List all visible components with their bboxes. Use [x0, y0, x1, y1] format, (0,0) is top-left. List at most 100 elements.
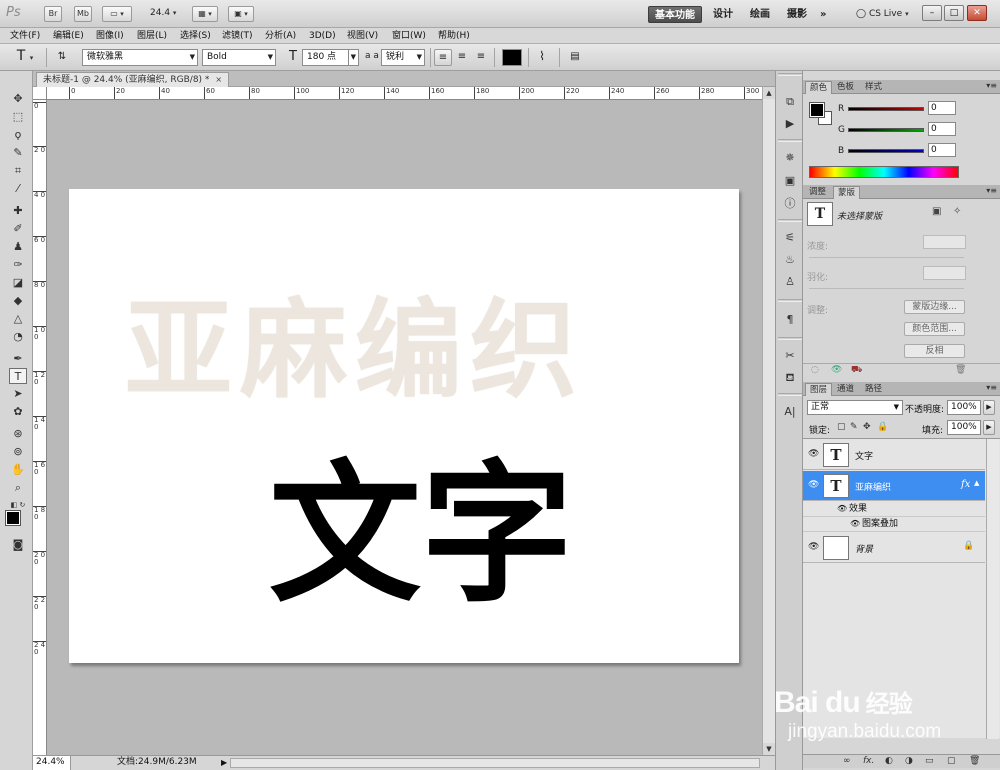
new-group-icon[interactable]: ▭	[925, 756, 934, 766]
tab-paths[interactable]: 路径	[861, 383, 886, 396]
brush-presets-icon[interactable]: ⚟	[781, 229, 799, 246]
green-slider[interactable]	[848, 128, 924, 132]
canvas-horizontal-scrollbar[interactable]	[230, 758, 760, 768]
history-panel-icon[interactable]: ⧉	[781, 93, 799, 110]
type-tool-preset-icon[interactable]: T ▾	[10, 49, 40, 66]
color-spectrum-bar[interactable]	[809, 166, 959, 178]
layer-row-background[interactable]: 👁 背景 🔒	[803, 533, 985, 563]
document-canvas[interactable]: 亚麻编织 文字	[69, 189, 739, 663]
blue-slider[interactable]	[848, 149, 924, 153]
add-mask-icon[interactable]: ◐	[885, 756, 893, 766]
horizontal-ruler[interactable]: 0 20 40 60 80 100 120 140 160 180 200 22…	[47, 87, 762, 100]
document-tab[interactable]: 未标题-1 @ 24.4% (亚麻编织, RGB/8) * ×	[36, 72, 230, 87]
shape-tool-icon[interactable]: ✿	[9, 404, 27, 420]
menu-file[interactable]: 文件(F)	[10, 29, 40, 43]
tab-swatches[interactable]: 色板	[833, 81, 858, 94]
clone-source-icon[interactable]: ♨	[781, 251, 799, 268]
actions-panel-icon[interactable]: ▶	[781, 115, 799, 132]
lock-position-icon[interactable]: ✥	[863, 422, 871, 432]
dock-grip[interactable]	[778, 73, 802, 76]
eyedropper-tool-icon[interactable]: ⁄	[9, 181, 27, 197]
menu-edit[interactable]: 编辑(E)	[53, 29, 84, 43]
blur-tool-icon[interactable]: △	[9, 311, 27, 327]
panel-menu-icon[interactable]: ▾≡	[986, 186, 997, 195]
tab-channels[interactable]: 通道	[833, 383, 858, 396]
visibility-eye-icon[interactable]: 👁	[808, 449, 819, 459]
tab-adjustments[interactable]: 调整	[805, 186, 830, 199]
canvas-vertical-scrollbar[interactable]: ▲ ▼	[762, 87, 775, 755]
opacity-input[interactable]: 100%	[947, 400, 981, 415]
menu-analysis[interactable]: 分析(A)	[265, 29, 296, 43]
density-slider[interactable]	[809, 257, 964, 258]
link-layers-icon[interactable]: ∞	[843, 756, 851, 766]
opacity-arrow-icon[interactable]: ▶	[983, 400, 995, 415]
menu-3d[interactable]: 3D(D)	[309, 29, 336, 43]
layer-effects-icon[interactable]: fx	[961, 479, 970, 490]
status-zoom-input[interactable]: 24.4%	[33, 756, 71, 770]
expand-effects-icon[interactable]: ▲	[974, 479, 979, 487]
red-value-input[interactable]: 0	[928, 101, 956, 115]
cs-live-button[interactable]: ◯ CS Live ▾	[850, 6, 915, 23]
marquee-tool-icon[interactable]: ⬚	[9, 109, 27, 125]
lock-pixels-icon[interactable]: ✎	[850, 422, 858, 432]
align-right-button[interactable]: ≡	[472, 49, 490, 66]
dock-grip[interactable]	[778, 139, 802, 142]
green-value-input[interactable]: 0	[928, 122, 956, 136]
font-style-select[interactable]: Bold ▼	[202, 49, 276, 66]
fill-input[interactable]: 100%	[947, 420, 981, 435]
info-panel-icon[interactable]: ⓘ	[781, 195, 799, 212]
bridge-button[interactable]: Br	[44, 6, 62, 22]
pattern-overlay-row[interactable]: 👁 图案叠加	[803, 517, 985, 532]
screen-mode-button[interactable]: ▣ ▾	[228, 6, 254, 22]
dock-grip[interactable]	[778, 219, 802, 222]
3d-rotate-tool-icon[interactable]: ⊛	[9, 426, 27, 442]
invert-button[interactable]: 反相	[904, 344, 965, 358]
menu-view[interactable]: 视图(V)	[347, 29, 378, 43]
workspace-photography[interactable]: 摄影	[781, 6, 813, 23]
layer-name[interactable]: 文字	[855, 449, 873, 462]
brush-tool-icon[interactable]: ✐	[9, 221, 27, 237]
menu-help[interactable]: 帮助(H)	[438, 29, 470, 43]
panel-menu-icon[interactable]: ▾≡	[986, 383, 997, 392]
blend-mode-select[interactable]: 正常 ▼	[807, 400, 903, 415]
layer-row-linen[interactable]: 👁 T 亚麻编织 fx ▲	[803, 471, 985, 501]
layer-name[interactable]: 亚麻编织	[855, 480, 891, 493]
animation-panel-icon[interactable]: ▣	[781, 172, 799, 189]
close-tab-icon[interactable]: ×	[215, 75, 222, 84]
crop-tool-icon[interactable]: ⌗	[9, 163, 27, 179]
tab-layers[interactable]: 图层	[805, 383, 833, 396]
dock-grip[interactable]	[778, 337, 802, 340]
panel-menu-icon[interactable]: ▾≡	[986, 81, 997, 90]
hand-tool-icon[interactable]: ✋	[9, 462, 27, 478]
3d-panel-icon[interactable]: ✵	[781, 149, 799, 166]
view-extras-button[interactable]: ▭ ▾	[102, 6, 132, 22]
mini-bridge-button[interactable]: Mb	[74, 6, 92, 22]
mask-edge-button[interactable]: 蒙版边缘...	[904, 300, 965, 314]
quick-mask-icon[interactable]: ◙	[9, 537, 27, 553]
vertical-ruler[interactable]: 0 2 0 4 0 6 0 8 0 1 0 0 1 2 0 1 4 0 1 6 …	[33, 100, 47, 755]
path-selection-tool-icon[interactable]: ➤	[9, 386, 27, 402]
lasso-tool-icon[interactable]: ϙ	[9, 127, 27, 143]
menu-filter[interactable]: 滤镜(T)	[222, 29, 253, 43]
tab-color[interactable]: 颜色	[805, 81, 833, 94]
3d-orbit-tool-icon[interactable]: ⊚	[9, 444, 27, 460]
close-button[interactable]: ✕	[967, 5, 987, 21]
effects-eye-icon[interactable]: 👁	[837, 502, 847, 516]
tool-presets-icon[interactable]: ♙	[781, 273, 799, 290]
character-panel-icon[interactable]: A|	[781, 403, 799, 420]
color-range-button[interactable]: 颜色范围...	[904, 322, 965, 336]
delete-layer-icon[interactable]: 🗑	[969, 756, 980, 766]
dock-grip[interactable]	[778, 299, 802, 302]
text-orientation-icon[interactable]: ⇅	[53, 49, 71, 66]
warp-text-icon[interactable]: ⌇	[533, 49, 551, 66]
lock-all-icon[interactable]: 🔒	[877, 422, 888, 432]
add-style-icon[interactable]: fx.	[863, 756, 874, 766]
healing-brush-tool-icon[interactable]: ✚	[9, 203, 27, 219]
foreground-color-swatch[interactable]	[809, 102, 825, 118]
zoom-level[interactable]: 24.4 ▾	[150, 8, 176, 18]
feather-slider[interactable]	[809, 288, 964, 289]
align-left-button[interactable]: ≡	[434, 49, 452, 66]
blue-value-input[interactable]: 0	[928, 143, 956, 157]
apply-mask-icon[interactable]: ⛟	[851, 365, 862, 376]
history-brush-tool-icon[interactable]: ✑	[9, 257, 27, 273]
